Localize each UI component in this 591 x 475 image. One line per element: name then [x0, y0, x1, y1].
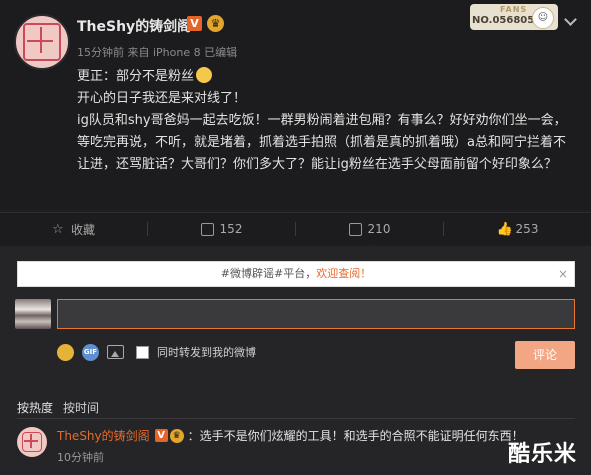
sort-time-tab[interactable]: 按时间: [63, 399, 99, 416]
repost-icon: [200, 222, 214, 236]
comment-button[interactable]: 210: [296, 213, 443, 245]
like-count: 253: [515, 222, 539, 236]
notice-link[interactable]: 欢迎查阅！: [316, 267, 371, 280]
close-icon[interactable]: ×: [558, 262, 568, 286]
gif-icon[interactable]: GIF: [82, 343, 99, 361]
repost-checkbox[interactable]: [136, 345, 149, 359]
emoji-picker-icon[interactable]: [57, 343, 74, 361]
sort-hot-tab[interactable]: 按热度: [17, 399, 53, 416]
comment-text: ：选手不是你们炫耀的工具！和选手的合照不能证明任何东西！: [187, 429, 524, 443]
weibo-post: TheShy的铸剑阁 V ♛ 15分钟前 来自 iPhone 8 已编辑 FAN…: [0, 0, 591, 210]
notice-text: #微博辟谣#平台，: [220, 267, 317, 280]
post-meta: 15分钟前 来自 iPhone 8 已编辑: [77, 46, 238, 59]
comment-time: 10分钟前: [57, 451, 104, 464]
seal-logo-icon: [23, 23, 61, 61]
verified-v-icon: V: [154, 429, 168, 442]
post-line: ig队员和shy哥爸妈一起去吃饭！一群男粉闹着进包厢？有事么？好好劝你们坐一会，…: [77, 113, 567, 172]
site-watermark: 酷乐米: [508, 442, 578, 467]
post-line: 更正：部分不是粉丝: [77, 66, 577, 88]
repost-count: 152: [219, 222, 243, 236]
fans-card-label: FANS: [500, 5, 528, 14]
rumor-notice: #微博辟谣#平台，欢迎查阅！ ×: [17, 261, 575, 287]
comment-input[interactable]: [57, 299, 575, 329]
repost-checkbox-label: 同时转发到我的微博: [157, 346, 256, 359]
post-body: 更正：部分不是粉丝 开心的日子我还是来对线了！ ig队员和shy哥爸妈一起去吃饭…: [77, 66, 577, 176]
submit-comment-button[interactable]: 评论: [515, 341, 575, 369]
chevron-down-icon[interactable]: [564, 14, 578, 28]
author-avatar[interactable]: [14, 14, 70, 70]
fans-card-number: NO.056805: [472, 15, 535, 26]
post-line: 开心的日子我还是来对线了！: [77, 91, 247, 106]
like-button[interactable]: 👍 253: [444, 213, 591, 245]
thumbs-up-icon: 👍: [496, 221, 513, 237]
comment-tools: GIF 同时转发到我的微博: [57, 342, 256, 362]
fans-face-icon: ☺: [532, 7, 554, 29]
image-upload-icon[interactable]: [107, 345, 124, 359]
member-crown-icon: ♛: [169, 428, 184, 443]
fans-card[interactable]: FANS NO.056805 ☺: [470, 4, 558, 30]
favorite-button[interactable]: ☆ 收藏: [0, 213, 147, 245]
seal-logo-icon: [22, 432, 42, 452]
favorite-label: 收藏: [70, 222, 95, 237]
my-avatar: [15, 299, 51, 329]
member-crown-icon: ♛: [207, 15, 224, 32]
comment-panel: #微博辟谣#平台，欢迎查阅！ × GIF 同时转发到我的微博 评论 按热度 按时…: [0, 246, 591, 475]
action-bar: ☆ 收藏 152 210 👍 253: [0, 212, 591, 252]
divider: [17, 418, 575, 419]
comment-item: TheShy的铸剑阁 V ♛ ：选手不是你们炫耀的工具！和选手的合照不能证明任何…: [57, 427, 524, 444]
emoji-icon: [196, 67, 213, 83]
star-icon: ☆: [51, 221, 64, 237]
commenter-name[interactable]: TheShy的铸剑阁: [57, 427, 150, 444]
comment-count: 210: [367, 222, 391, 236]
comment-sort-bar: 按热度 按时间: [17, 399, 99, 416]
verified-v-icon: V: [187, 16, 202, 31]
commenter-avatar[interactable]: [17, 427, 47, 457]
author-name[interactable]: TheShy的铸剑阁: [77, 16, 191, 36]
repost-button[interactable]: 152: [148, 213, 295, 245]
comment-icon: [348, 222, 362, 236]
